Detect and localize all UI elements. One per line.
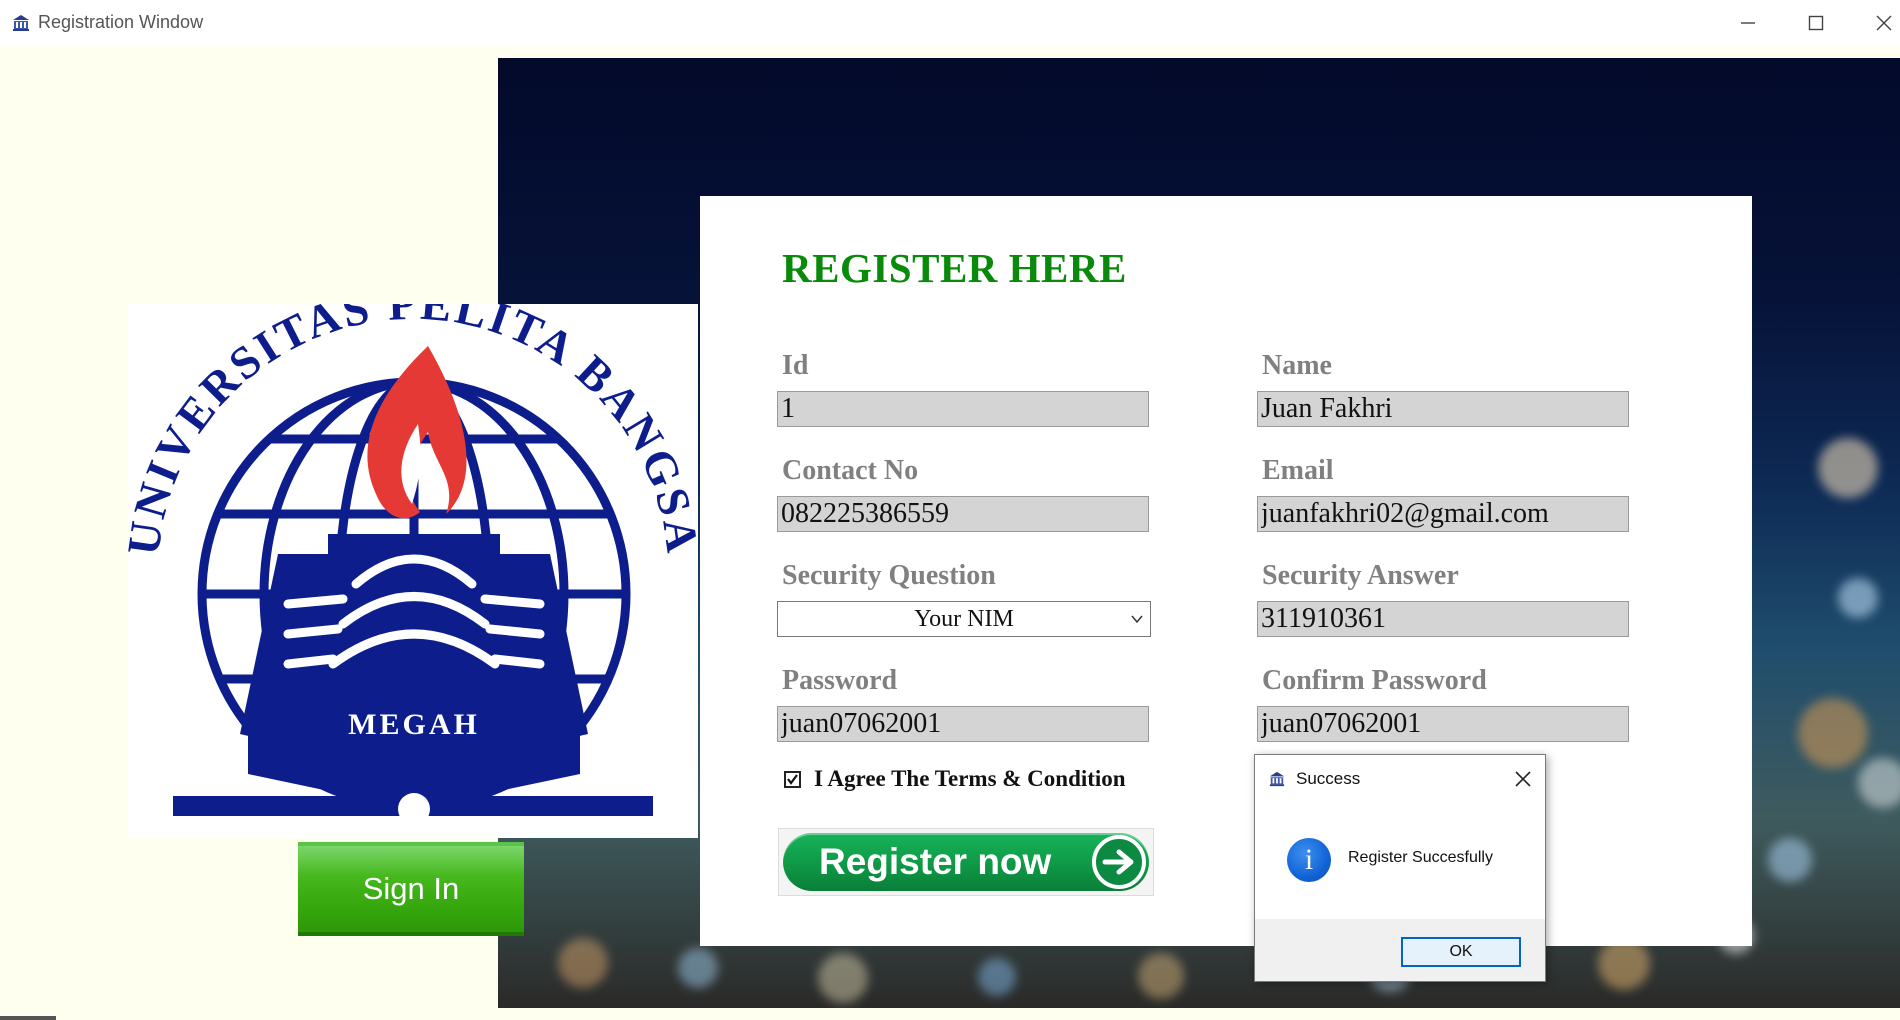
logo-graphic: UNIVERSITAS PELITA BANGSA M [117, 278, 706, 825]
title-bar: Registration Window [0, 0, 1900, 46]
page-title: REGISTER HERE [782, 245, 1127, 291]
register-button-label: Register now [819, 841, 1052, 882]
logo-motto: MEGAH [348, 708, 480, 741]
name-label: Name [1262, 350, 1332, 381]
security-answer-label: Security Answer [1262, 560, 1459, 591]
chevron-down-icon [1131, 615, 1143, 624]
checkmark-icon [787, 773, 798, 785]
name-field[interactable] [1257, 391, 1629, 427]
terms-agreement: I Agree The Terms & Condition [784, 766, 1126, 792]
maximize-icon [1808, 15, 1824, 31]
university-icon [13, 15, 29, 31]
password-field[interactable] [777, 706, 1149, 742]
confirm-password-label: Confirm Password [1262, 665, 1487, 696]
email-field[interactable] [1257, 496, 1629, 532]
id-label: Id [782, 350, 809, 381]
contact-field[interactable] [777, 496, 1149, 532]
id-field[interactable] [777, 391, 1149, 427]
info-icon: i [1287, 838, 1331, 882]
close-button[interactable] [1850, 0, 1900, 46]
success-dialog: Success i Register Succesfully OK [1254, 754, 1546, 982]
register-button[interactable]: Register now [778, 828, 1154, 896]
security-question-label: Security Question [782, 560, 996, 591]
terms-checkbox[interactable] [784, 770, 801, 788]
window-title: Registration Window [38, 12, 204, 32]
university-icon [1269, 771, 1285, 787]
dialog-message: Register Succesfully [1348, 849, 1493, 866]
minimize-icon [1741, 22, 1755, 24]
arrow-right-icon [1092, 835, 1146, 889]
confirm-password-field[interactable] [1257, 706, 1629, 742]
security-answer-field[interactable] [1257, 601, 1629, 637]
security-question-select[interactable]: Your NIM [777, 601, 1151, 637]
register-pill: Register now [783, 833, 1149, 891]
terms-label: I Agree The Terms & Condition [814, 766, 1126, 791]
sign-in-button[interactable]: Sign In [298, 842, 524, 936]
close-icon[interactable] [1511, 767, 1535, 791]
taskbar-edge [0, 1016, 56, 1020]
dialog-title: Success [1296, 769, 1361, 788]
contact-label: Contact No [782, 455, 919, 486]
email-label: Email [1262, 455, 1334, 486]
close-icon [1876, 15, 1892, 31]
password-label: Password [782, 665, 898, 696]
maximize-button[interactable] [1782, 0, 1850, 46]
security-question-value: Your NIM [914, 606, 1014, 632]
university-logo: UNIVERSITAS PELITA BANGSA M [117, 278, 706, 838]
minimize-button[interactable] [1714, 0, 1782, 46]
ok-button[interactable]: OK [1401, 937, 1521, 967]
